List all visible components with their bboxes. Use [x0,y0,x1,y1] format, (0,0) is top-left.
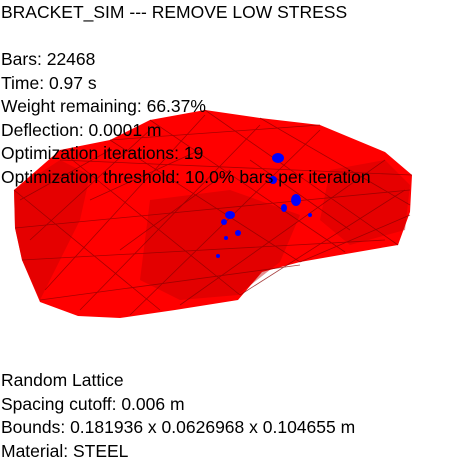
spacing-cutoff: Spacing cutoff: 0.006 m [1,393,185,414]
deflection-value: Deflection: 0.0001 m [1,119,162,140]
highlight-blob [291,194,301,206]
simulation-viewport[interactable]: BRACKET_SIM --- REMOVE LOW STRESS Bars: … [0,0,462,465]
bounds-value: Bounds: 0.181936 x 0.0626968 x 0.104655 … [1,417,356,437]
optimization-iterations: Optimization iterations: 19 [1,143,204,163]
highlight-blob [221,219,227,225]
lattice-info-panel: Random Lattice Spacing cutoff: 0.006 m B… [1,369,355,463]
weight-remaining: Weight remaining: 66.37% [1,96,206,116]
elapsed-time: Time: 0.97 s [1,72,97,93]
material-value: Material: STEEL [1,440,129,461]
lattice-type: Random Lattice [1,370,124,390]
highlight-blob [216,254,220,258]
stats-panel: BRACKET_SIM --- REMOVE LOW STRESS Bars: … [1,1,371,189]
highlight-blob [281,204,287,212]
optimization-threshold: Optimization threshold: 10.0% bars per i… [1,166,371,187]
window-title: BRACKET_SIM --- REMOVE LOW STRESS [1,2,348,22]
highlight-blob [235,230,241,236]
highlight-blob [225,211,235,219]
highlight-blob [224,236,228,240]
bars-count: Bars: 22468 [1,49,96,69]
highlight-blob [308,213,312,217]
